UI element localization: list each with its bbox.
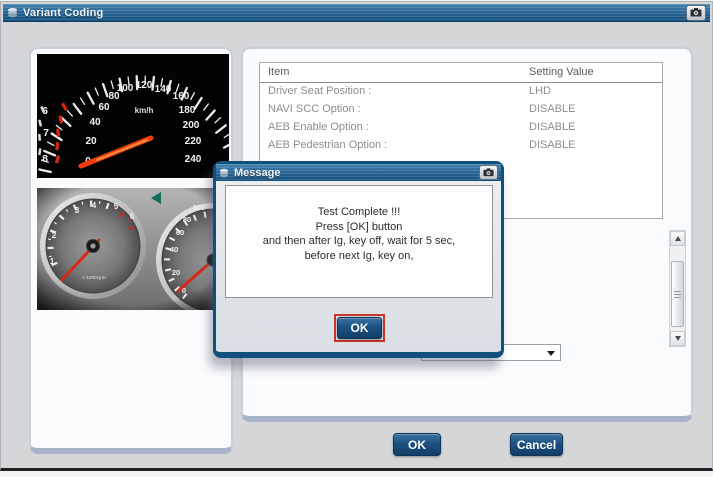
dialog-titlebar: Message: [216, 164, 501, 181]
message-dialog: Message Test Complete !!! Press [OK] butt…: [213, 161, 504, 358]
svg-text:100: 100: [117, 83, 134, 94]
message-line: Press [OK] button: [315, 220, 403, 233]
dialog-ok-button[interactable]: OK: [337, 317, 382, 339]
table-row[interactable]: Driver Seat Position : LHD: [260, 83, 662, 101]
dialog-title: Message: [234, 166, 281, 179]
item-label: AEB Enable Option :: [268, 121, 369, 133]
svg-text:120: 120: [136, 80, 153, 91]
message-line: before next Ig, key on,: [304, 249, 414, 262]
chevron-down-icon: [547, 351, 555, 356]
svg-text:7: 7: [43, 127, 49, 139]
column-header-item: Item: [268, 66, 290, 78]
ok-button[interactable]: OK: [393, 433, 441, 456]
settings-table-header: Item Setting Value: [260, 63, 662, 83]
svg-text:km/h: km/h: [135, 106, 154, 115]
scroll-up-button[interactable]: [670, 231, 685, 246]
settings-table-body: Driver Seat Position : LHD NAVI SCC Option…: [260, 83, 662, 155]
speedometer-photo: 020406080100120140160180200220240678km/h: [37, 54, 229, 178]
svg-text:60: 60: [98, 102, 110, 113]
up-arrow-icon: [674, 236, 681, 241]
message-line: and then after Ig, key off, wait for 5 s…: [262, 235, 456, 247]
app-icon: [7, 7, 18, 18]
variant-coding-window: Variant Coding 0204060801001201401601802…: [0, 1, 713, 471]
item-label: NAVI SCC Option :: [268, 103, 361, 115]
table-row[interactable]: AEB Enable Option : DISABLE: [260, 119, 662, 137]
svg-text:140: 140: [155, 84, 172, 95]
cancel-button[interactable]: Cancel: [510, 433, 563, 456]
dialog-app-icon: [219, 168, 229, 178]
svg-text:180: 180: [179, 105, 196, 116]
setting-value: DISABLE: [529, 139, 576, 151]
svg-text:20: 20: [85, 136, 97, 147]
screen-capture-button[interactable]: [686, 4, 706, 21]
dialog-capture-button[interactable]: [479, 165, 498, 180]
svg-text:240: 240: [185, 154, 202, 165]
screen: Variant Coding 0204060801001201401601802…: [0, 0, 713, 477]
down-arrow-icon: [674, 336, 681, 341]
instrument-cluster-photo: 020406080100123456x 1000rpm: [37, 188, 229, 310]
column-header-setting-value: Setting Value: [529, 66, 594, 78]
svg-text:220: 220: [185, 136, 202, 147]
table-row[interactable]: AEB Pedestrian Option : DISABLE: [260, 137, 662, 155]
setting-value: DISABLE: [529, 103, 576, 115]
item-label: Driver Seat Position :: [268, 85, 372, 97]
message-line: Test Complete !!!: [317, 206, 401, 218]
vertical-scrollbar[interactable]: [669, 230, 686, 347]
svg-text:40: 40: [89, 117, 101, 128]
svg-text:200: 200: [183, 120, 200, 131]
camera-icon: [690, 8, 702, 17]
scroll-down-button[interactable]: [670, 331, 685, 346]
grip-icon: [674, 291, 681, 298]
camera-icon: [483, 168, 494, 177]
table-row[interactable]: NAVI SCC Option : DISABLE: [260, 101, 662, 119]
dialog-message: Test Complete !!! Press [OK] button and th…: [225, 185, 493, 298]
window-title: Variant Coding: [23, 6, 104, 19]
item-label: AEB Pedestrian Option :: [268, 139, 388, 151]
svg-text:160: 160: [173, 91, 190, 102]
scrollbar-thumb[interactable]: [671, 261, 684, 327]
setting-value: LHD: [529, 85, 552, 97]
window-titlebar: Variant Coding: [3, 4, 710, 22]
setting-value: DISABLE: [529, 121, 576, 133]
svg-text:8: 8: [42, 153, 48, 165]
ok-button-highlight: OK: [334, 314, 385, 342]
gauge-image-panel: 020406080100120140160180200220240678km/h…: [29, 47, 233, 454]
